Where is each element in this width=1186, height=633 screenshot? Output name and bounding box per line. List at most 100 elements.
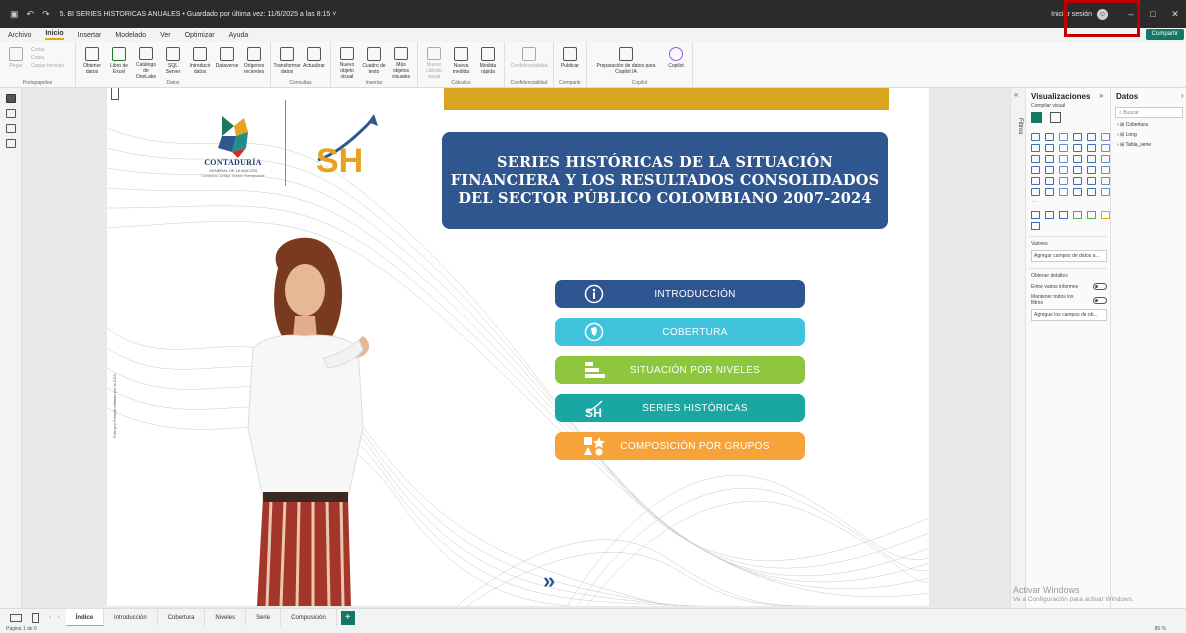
custom-visual-2-icon[interactable]: [1045, 211, 1054, 219]
format-visual-tab-icon[interactable]: [1050, 112, 1061, 123]
waterfall-icon[interactable]: [1031, 155, 1040, 163]
trophy-icon[interactable]: [1101, 188, 1110, 196]
pie-icon[interactable]: [1073, 155, 1082, 163]
dataverse-button[interactable]: Dataverse: [215, 44, 239, 80]
menu-insertar[interactable]: Insertar: [78, 32, 102, 39]
bookmark-icon[interactable]: [111, 88, 119, 100]
key-influencers-icon[interactable]: [1031, 188, 1040, 196]
excel-button[interactable]: Libro de Excel: [107, 44, 131, 80]
report-view-icon[interactable]: [6, 94, 16, 103]
gauge-icon[interactable]: [1073, 166, 1082, 174]
slicer-icon[interactable]: [1045, 177, 1054, 185]
tab-cobertura[interactable]: Cobertura: [158, 608, 206, 627]
desktop-layout-icon[interactable]: [10, 613, 22, 622]
model-view-icon[interactable]: [6, 124, 16, 133]
tab-serie[interactable]: Serie: [246, 608, 282, 627]
new-visual-calc-button[interactable]: Nuevo cálculo visual: [422, 44, 446, 80]
nav-button-composicion-por-grupos[interactable]: COMPOSICIÓN POR GRUPOS: [555, 432, 805, 460]
funnel-icon[interactable]: [1045, 155, 1054, 163]
add-page-button[interactable]: +: [340, 610, 355, 625]
narrative-icon[interactable]: [1073, 188, 1082, 196]
drill-fields-well[interactable]: Agregue los campos de ob...: [1031, 309, 1107, 321]
more-visuals-button[interactable]: Más objetos visuales: [389, 44, 413, 80]
menu-ver[interactable]: Ver: [160, 32, 171, 39]
table-tabla-serie[interactable]: › ⊞ Tabla_serie: [1117, 142, 1186, 148]
undo-icon[interactable]: ↶: [27, 9, 35, 20]
menu-archivo[interactable]: Archivo: [8, 32, 31, 39]
cross-report-toggle[interactable]: [1093, 283, 1107, 290]
decomposition-tree-icon[interactable]: [1045, 188, 1054, 196]
copilot-prep-button[interactable]: Preparación de datos para Copilot IA: [591, 44, 661, 80]
custom-visual-3-icon[interactable]: [1059, 211, 1068, 219]
tab-scroll-right-icon[interactable]: ›: [57, 614, 59, 621]
tab-indice[interactable]: Índice: [65, 608, 105, 627]
python-visual-icon[interactable]: [1101, 177, 1110, 185]
nav-button-situacion-por-niveles[interactable]: SITUACIÓN POR NIVELES: [555, 356, 805, 384]
line-chart-icon[interactable]: [1031, 144, 1040, 152]
data-search-input[interactable]: ⌕ Buscar: [1115, 107, 1183, 118]
matrix-icon[interactable]: [1073, 177, 1082, 185]
close-icon[interactable]: ✕: [1164, 9, 1186, 20]
tab-composicion[interactable]: Composición: [281, 608, 337, 627]
dax-query-view-icon[interactable]: [6, 139, 16, 148]
kpi-icon[interactable]: [1031, 177, 1040, 185]
table-cobertura[interactable]: › ⊞ Cobertura: [1117, 122, 1186, 128]
copilot-button[interactable]: Copilot: [664, 44, 688, 80]
100-bar-icon[interactable]: [1087, 133, 1096, 141]
transform-data-button[interactable]: Transformar datos: [273, 44, 301, 80]
new-measure-button[interactable]: Nueva medida: [449, 44, 473, 80]
nav-button-series-historicas[interactable]: SH SERIES HISTÓRICAS: [555, 394, 805, 422]
share-button[interactable]: Compartir: [1145, 29, 1184, 40]
area-chart-icon[interactable]: [1045, 144, 1054, 152]
tab-introduccion[interactable]: Introducción: [104, 608, 158, 627]
build-visual-tab-icon[interactable]: [1031, 112, 1042, 123]
enter-data-button[interactable]: Introducir datos: [188, 44, 212, 80]
get-data-button[interactable]: Obtener datos: [80, 44, 104, 80]
ribbon-chart-icon[interactable]: [1101, 144, 1110, 152]
refresh-button[interactable]: Actualizar: [302, 44, 326, 80]
expand-right-icon[interactable]: »: [1099, 91, 1103, 100]
collapse-data-icon[interactable]: ›: [1181, 91, 1184, 100]
filled-map-icon[interactable]: [1045, 166, 1054, 174]
new-visual-button[interactable]: Nuevo objeto visual: [335, 44, 359, 80]
paginated-icon[interactable]: [1087, 188, 1096, 196]
tab-scroll-left-icon[interactable]: ‹: [49, 614, 51, 621]
paste-button[interactable]: Pegar: [4, 44, 28, 80]
card-icon[interactable]: [1087, 166, 1096, 174]
treemap-icon[interactable]: [1101, 155, 1110, 163]
table-long[interactable]: › ⊞ Long: [1117, 132, 1186, 138]
values-well[interactable]: Agregar campos de datos a...: [1031, 250, 1107, 262]
recent-sources-button[interactable]: Orígenes recientes: [242, 44, 266, 80]
redo-icon[interactable]: ↷: [42, 9, 50, 20]
nav-button-introduccion[interactable]: INTRODUCCIÓN: [555, 280, 805, 308]
zoom-level[interactable]: 85 %: [1155, 626, 1166, 632]
map-icon[interactable]: [1031, 166, 1040, 174]
custom-visual-4-icon[interactable]: [1073, 211, 1082, 219]
qa-icon[interactable]: [1059, 188, 1068, 196]
custom-visual-6-icon[interactable]: [1101, 211, 1110, 219]
maximize-icon[interactable]: □: [1142, 9, 1164, 19]
quick-measure-button[interactable]: Medida rápida: [476, 44, 500, 80]
sql-server-button[interactable]: SQL Server: [161, 44, 185, 80]
table-view-icon[interactable]: [6, 109, 16, 118]
table-icon[interactable]: [1059, 177, 1068, 185]
text-box-button[interactable]: Cuadro de texto: [362, 44, 386, 80]
next-page-arrow[interactable]: »: [543, 568, 555, 594]
multirow-card-icon[interactable]: [1101, 166, 1110, 174]
donut-icon[interactable]: [1087, 155, 1096, 163]
100-column-icon[interactable]: [1101, 133, 1110, 141]
clustered-bar-icon[interactable]: [1059, 133, 1068, 141]
publish-button[interactable]: Publicar: [558, 44, 582, 80]
onelake-button[interactable]: Catálogo de OneLake: [134, 44, 158, 80]
cut-button[interactable]: Cortar: [31, 47, 71, 53]
stacked-column-icon[interactable]: [1045, 133, 1054, 141]
custom-visual-1-icon[interactable]: [1031, 211, 1040, 219]
custom-visual-5-icon[interactable]: [1087, 211, 1096, 219]
sensitivity-button[interactable]: Confidencialidad: [509, 44, 549, 80]
scatter-icon[interactable]: [1059, 155, 1068, 163]
tab-niveles[interactable]: Niveles: [205, 608, 247, 627]
nav-button-cobertura[interactable]: COBERTURA: [555, 318, 805, 346]
copy-button[interactable]: Copia: [31, 55, 71, 61]
save-icon[interactable]: ▣: [10, 9, 19, 20]
custom-visual-7-icon[interactable]: [1031, 222, 1040, 230]
